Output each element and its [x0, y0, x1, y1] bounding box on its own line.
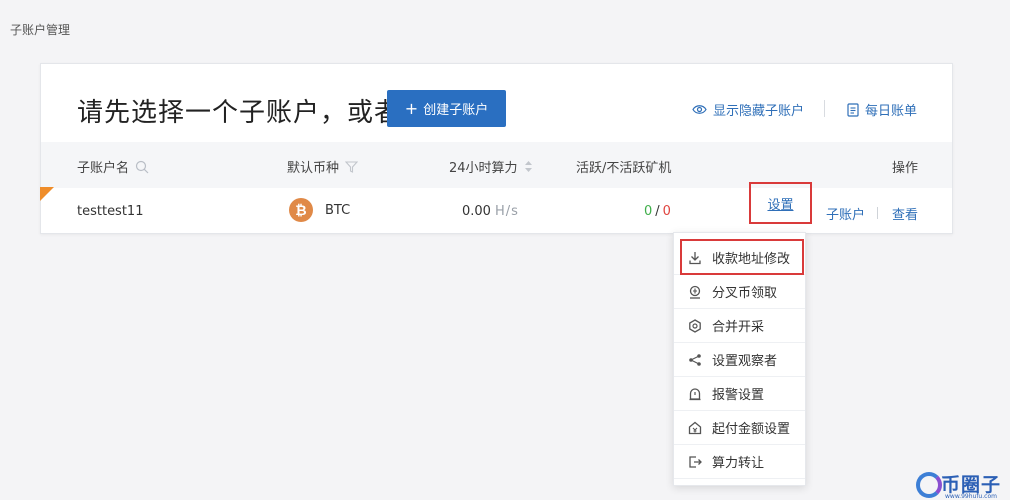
menu-item-hashrate-transfer[interactable]: 算力转让 [674, 445, 805, 479]
table-row[interactable]: testtest11 ₿ BTC 0.00 H/s 0/0 设置 子账户 查看 [40, 182, 952, 235]
settings-dropdown-menu: 收款地址修改 分叉币领取 合并开采 设置观察者 报警设置 起付金额设置 算力转让 [673, 232, 806, 486]
column-actions: 操作 [892, 157, 918, 176]
coin-name: BTC [325, 203, 351, 218]
show-hidden-label: 显示隐藏子账户 [713, 104, 805, 119]
column-name-label: 子账户名 [77, 161, 130, 176]
bitcoin-icon: ₿ [289, 198, 313, 222]
active-count: 0 [644, 204, 653, 219]
menu-item-label: 设置观察者 [712, 354, 778, 369]
eye-icon [692, 105, 707, 114]
column-hashrate-label: 24小时算力 [449, 161, 518, 176]
card-header: 请先选择一个子账户，或者 + 创建子账户 显示隐藏子账户 每日账单 [41, 64, 952, 142]
menu-item-address-edit[interactable]: 收款地址修改 [674, 241, 805, 275]
filter-icon[interactable] [345, 160, 359, 173]
active-miners-cell: 0/0 [644, 204, 671, 219]
menu-item-label: 收款地址修改 [712, 252, 791, 267]
alarm-icon [687, 386, 703, 402]
view-link[interactable]: 查看 [892, 204, 918, 223]
header-divider [824, 100, 825, 117]
column-active: 活跃/不活跃矿机 [576, 157, 671, 176]
settings-highlight-box: 设置 [749, 182, 812, 224]
column-coin-label: 默认币种 [287, 161, 340, 176]
column-name: 子账户名 [77, 157, 149, 176]
active-separator: / [655, 204, 660, 219]
transfer-icon [687, 454, 703, 470]
column-actions-label: 操作 [892, 161, 919, 176]
plus-icon: + [404, 98, 419, 118]
create-subaccount-button[interactable]: + 创建子账户 [387, 90, 506, 127]
hashrate-cell: 0.00 H/s [462, 204, 519, 219]
breadcrumb: 子账户管理 [10, 23, 71, 37]
menu-item-label: 算力转让 [712, 456, 765, 471]
address-edit-icon [687, 250, 703, 266]
payout-threshold-icon [687, 420, 703, 436]
daily-bill-label: 每日账单 [865, 104, 918, 119]
column-active-label: 活跃/不活跃矿机 [576, 161, 672, 176]
page-title: 请先选择一个子账户，或者 [77, 98, 402, 128]
menu-item-label: 合并开采 [712, 320, 765, 335]
menu-item-merge-mining[interactable]: 合并开采 [674, 309, 805, 343]
share-icon [687, 352, 703, 368]
search-icon[interactable] [135, 160, 149, 174]
menu-item-payout-threshold[interactable]: 起付金额设置 [674, 411, 805, 445]
subaccount-card: 请先选择一个子账户，或者 + 创建子账户 显示隐藏子账户 每日账单 子账户名 默… [40, 63, 953, 234]
watermark-emblem [916, 472, 942, 498]
table-header: 子账户名 默认币种 24小时算力 活跃/不活跃矿机 操作 [41, 142, 952, 188]
sort-icon[interactable] [524, 160, 533, 173]
subaccount-link[interactable]: 子账户 [826, 204, 865, 223]
merge-mining-icon [687, 318, 703, 334]
menu-item-label: 报警设置 [712, 388, 765, 403]
watermark-logo: 币圈子 www.99hufu.com [913, 468, 1010, 500]
bill-icon [847, 102, 859, 117]
show-hidden-subaccounts-link[interactable]: 显示隐藏子账户 [692, 100, 804, 119]
fork-coin-icon [687, 284, 703, 300]
hashrate-value: 0.00 [462, 204, 491, 219]
menu-item-alarm-settings[interactable]: 报警设置 [674, 377, 805, 411]
selected-corner-flag [40, 187, 54, 201]
hashrate-unit: H/s [494, 204, 519, 219]
action-divider [877, 207, 878, 219]
inactive-count: 0 [662, 204, 671, 219]
create-subaccount-label: 创建子账户 [423, 103, 489, 118]
daily-bill-link[interactable]: 每日账单 [847, 100, 917, 119]
menu-item-label: 分叉币领取 [712, 286, 778, 301]
menu-item-fork-coin[interactable]: 分叉币领取 [674, 275, 805, 309]
subaccount-name: testtest11 [77, 204, 144, 219]
column-coin: 默认币种 [287, 157, 359, 176]
watermark-url: www.99hufu.com [945, 493, 997, 500]
column-hashrate: 24小时算力 [449, 157, 533, 176]
menu-item-set-observer[interactable]: 设置观察者 [674, 343, 805, 377]
settings-link[interactable]: 设置 [767, 194, 793, 213]
menu-item-label: 起付金额设置 [712, 422, 791, 437]
